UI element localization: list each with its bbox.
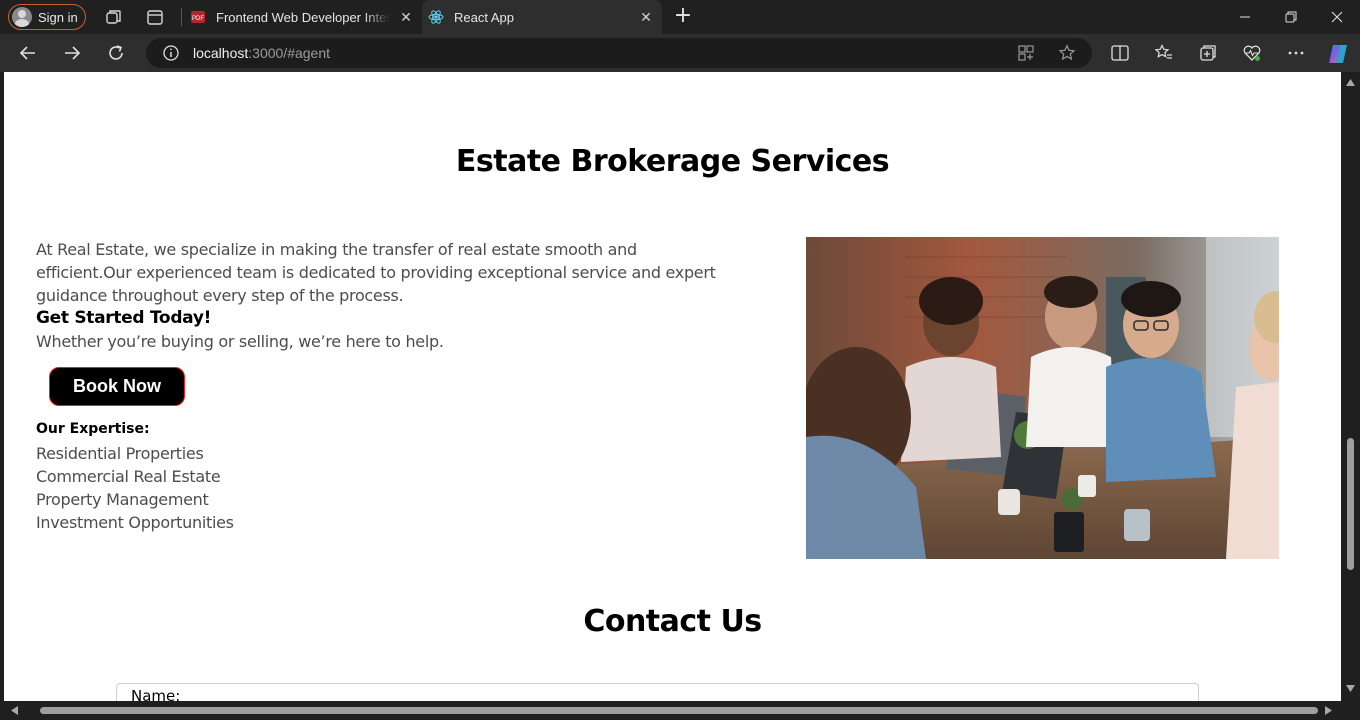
help-text: Whether you’re buying or selling, we’re … <box>36 332 444 351</box>
tab-react-app[interactable]: React App ✕ <box>422 0 662 34</box>
scroll-up-icon[interactable] <box>1346 79 1355 86</box>
copilot-icon[interactable] <box>1326 42 1350 66</box>
browser-essentials-icon[interactable] <box>1242 43 1262 63</box>
favorite-star-icon[interactable] <box>1058 44 1076 62</box>
minimize-icon <box>1240 16 1250 18</box>
expertise-heading: Our Expertise: <box>36 421 150 437</box>
workspaces-icon[interactable] <box>103 7 123 27</box>
close-window-button[interactable] <box>1314 0 1360 34</box>
url-path: :3000/#agent <box>248 45 331 61</box>
vertical-scroll-thumb[interactable] <box>1347 438 1354 570</box>
title-bar: Sign in PDF Frontend Web Developer Inter… <box>0 0 1360 34</box>
horizontal-scrollbar[interactable] <box>0 701 1341 720</box>
services-title: Estate Brokerage Services <box>455 144 890 179</box>
browser-toolbar: localhost:3000/#agent <box>0 34 1360 72</box>
book-now-button[interactable]: Book Now <box>49 367 185 406</box>
close-icon <box>1331 11 1343 23</box>
tab-label: Frontend Web Developer Internship <box>216 9 390 25</box>
restore-button[interactable] <box>1268 0 1314 34</box>
tab-label: React App <box>454 9 514 25</box>
expertise-list: Residential Properties Commercial Real E… <box>36 442 234 534</box>
horizontal-scroll-thumb[interactable] <box>40 707 1318 714</box>
react-icon <box>428 10 444 24</box>
team-meeting-photo <box>806 237 1279 559</box>
collections-icon[interactable] <box>1198 43 1218 63</box>
restore-icon <box>1285 11 1297 23</box>
scroll-down-icon[interactable] <box>1346 685 1355 692</box>
app-available-icon[interactable] <box>1017 44 1035 62</box>
scroll-right-icon[interactable] <box>1325 706 1332 715</box>
list-item: Investment Opportunities <box>36 513 234 532</box>
pdf-icon: PDF <box>191 11 205 23</box>
url-host: localhost <box>193 45 249 61</box>
favorites-icon[interactable] <box>1154 43 1174 63</box>
vertical-scrollbar[interactable] <box>1341 72 1360 701</box>
forward-icon[interactable] <box>61 42 83 64</box>
sign-in-button[interactable]: Sign in <box>8 4 86 30</box>
back-icon[interactable] <box>17 42 39 64</box>
split-screen-icon[interactable] <box>1110 43 1130 63</box>
sign-in-label: Sign in <box>38 9 78 25</box>
new-tab-button[interactable]: + <box>672 5 694 28</box>
list-item: Property Management <box>36 490 209 509</box>
name-field[interactable]: Name: <box>116 683 1199 701</box>
tab-actions-icon[interactable] <box>145 7 165 27</box>
intro-paragraph: At Real Estate, we specialize in making … <box>36 240 716 305</box>
get-started-heading: Get Started Today! <box>36 308 212 328</box>
minimize-button[interactable] <box>1222 0 1268 34</box>
more-options-icon[interactable] <box>1286 43 1306 63</box>
avatar-icon <box>12 7 32 27</box>
list-item: Commercial Real Estate <box>36 467 221 486</box>
name-label: Name: <box>131 687 181 701</box>
page-viewport: Estate Brokerage Services At Real Estate… <box>4 72 1341 701</box>
close-tab-icon[interactable]: ✕ <box>638 9 654 26</box>
tab-internship-pdf[interactable]: PDF Frontend Web Developer Internship ✕ <box>182 0 420 34</box>
refresh-icon[interactable] <box>105 42 127 64</box>
site-info-icon[interactable] <box>162 44 180 62</box>
svg-text:PDF: PDF <box>192 16 204 22</box>
url-text[interactable]: localhost:3000/#agent <box>193 45 330 61</box>
scroll-left-icon[interactable] <box>11 706 18 715</box>
list-item: Residential Properties <box>36 444 204 463</box>
address-bar[interactable]: localhost:3000/#agent <box>146 38 1092 68</box>
contact-title: Contact Us <box>583 604 762 639</box>
close-tab-icon[interactable]: ✕ <box>398 9 414 26</box>
